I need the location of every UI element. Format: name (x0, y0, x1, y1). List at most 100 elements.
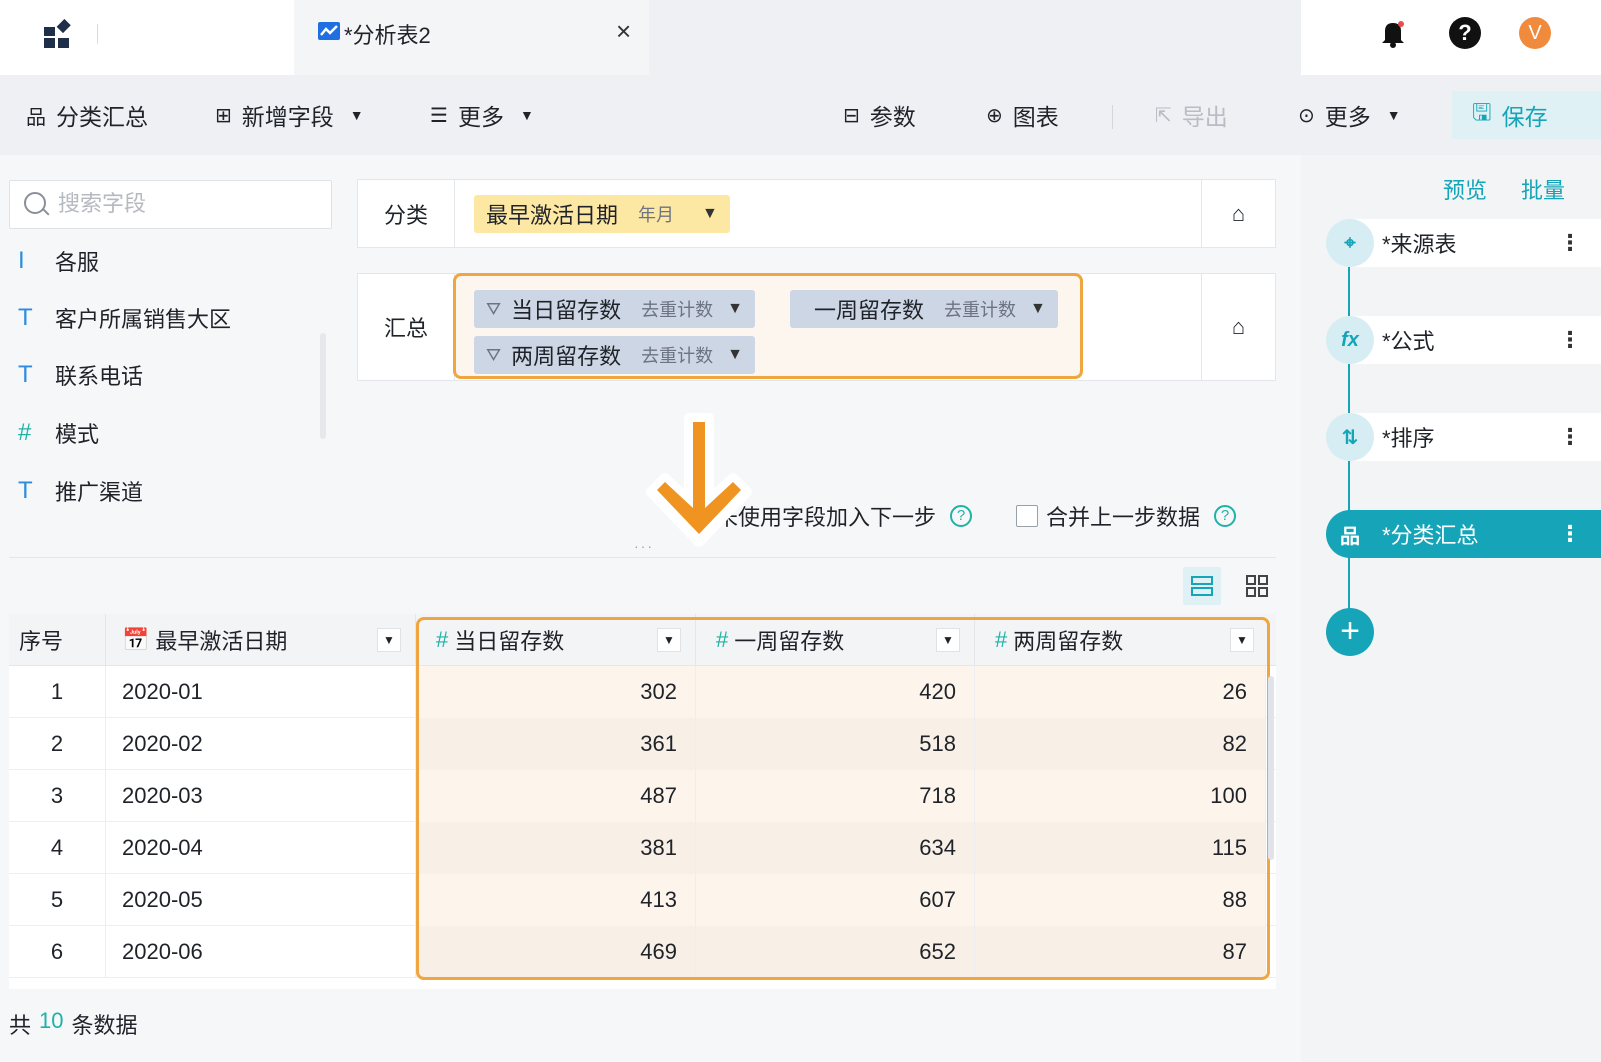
params-button[interactable]: ⊟ 参数 (843, 97, 916, 133)
more-icon[interactable]: ⋮ (1559, 230, 1581, 256)
flow-step-group-summary[interactable]: 品 *分类汇总 ⋮ (1326, 510, 1601, 558)
apps-grid-icon[interactable] (43, 19, 73, 49)
caret-down-icon: ▼ (519, 107, 534, 123)
field-item[interactable]: T 联系电话 (18, 355, 143, 395)
table-cell: 469 (416, 926, 696, 978)
category-chip[interactable]: 最早激活日期 年月 ▼ (474, 195, 730, 233)
field-label: 推广渠道 (55, 480, 144, 505)
tab-title: *分析表2 (344, 23, 431, 48)
field-panel: I 各服 T 客户所属销售大区 T 联系电话 # 模式 T 推广渠道 (0, 155, 342, 555)
clear-button[interactable]: ⌂ (1201, 274, 1275, 380)
table-row[interactable]: 3 2020-03 487 718 100 (9, 770, 1276, 822)
merge-checkbox[interactable] (1016, 505, 1039, 527)
scrollbar[interactable] (320, 333, 326, 439)
table-row[interactable]: 1 2020-01 302 420 26 (9, 666, 1276, 718)
source-icon: ⌖ (1326, 219, 1374, 267)
table-row[interactable]: 6 2020-06 469 652 87 (9, 926, 1276, 978)
chip-agg: 年月 (638, 205, 675, 225)
data-table: 序号 📅 最早激活日期 ▼ # 当日留存数 ▼ # 一周留存数 ▼ # 两周留存… (9, 614, 1276, 989)
preview-link[interactable]: 预览 (1443, 173, 1487, 205)
column-header[interactable]: # 当日留存数 ▼ (416, 614, 696, 666)
rows-view-icon (1191, 576, 1213, 596)
add-field-button[interactable]: ⊞ 新增字段 ▼ (215, 97, 364, 133)
table-cell: 2020-04 (106, 822, 416, 874)
table-header: 序号 📅 最早激活日期 ▼ # 当日留存数 ▼ # 一周留存数 ▼ # 两周留存… (9, 614, 1276, 666)
help-icon[interactable]: ? (1214, 505, 1237, 527)
step-label: *来源表 (1382, 232, 1457, 257)
flow-step-source[interactable]: ⌖ *来源表 ⋮ (1326, 219, 1601, 267)
step-label: *分类汇总 (1382, 523, 1479, 548)
row-count: 共 10 条数据 (9, 1008, 138, 1040)
tab-analysis[interactable]: *分析表2 × (294, 0, 649, 75)
divider (97, 24, 98, 44)
export-label: 导出 (1181, 104, 1228, 130)
table-cell: 718 (696, 770, 975, 822)
column-header[interactable]: 📅 最早激活日期 ▼ (106, 614, 416, 666)
field-item[interactable]: # 模式 (18, 413, 99, 453)
table-cell: 2 (9, 718, 106, 770)
avatar[interactable]: V (1519, 17, 1551, 49)
column-title: 两周留存数 (1013, 629, 1124, 654)
more-right-label: 更多 (1324, 104, 1371, 130)
option-merge-label[interactable]: 合并上一步数据 (1046, 500, 1200, 532)
grid-view-icon (1246, 575, 1268, 597)
more-icon[interactable]: ⋮ (1559, 521, 1581, 547)
flow-panel: 预览 批量 ⌖ *来源表 ⋮ fx *公式 ⋮ ⇅ *排序 ⋮ 品 *分类汇总 … (1301, 155, 1601, 1062)
table-cell: 26 (975, 666, 1266, 718)
grid-view-button[interactable] (1238, 567, 1276, 605)
caret-down-icon[interactable]: ▼ (1230, 628, 1254, 652)
caret-down-icon[interactable]: ▼ (936, 628, 960, 652)
sort-icon: ⇅ (1326, 413, 1374, 461)
column-title: 序号 (19, 629, 64, 654)
table-cell: 2020-01 (106, 666, 416, 718)
more-icon[interactable]: ⋮ (1559, 327, 1581, 353)
category-config: 分类 最早激活日期 年月 ▼ ⌂ (357, 179, 1276, 248)
drag-handle[interactable]: ··· (634, 538, 654, 554)
add-column-icon: ⊞ (215, 104, 232, 127)
table-cell: 652 (696, 926, 975, 978)
caret-down-icon[interactable]: ▼ (377, 628, 401, 652)
flow-step-sort[interactable]: ⇅ *排序 ⋮ (1326, 413, 1601, 461)
column-header[interactable]: # 一周留存数 ▼ (696, 614, 975, 666)
chart-button[interactable]: ⊕ 图表 (986, 97, 1059, 133)
caret-down-icon[interactable]: ▼ (702, 205, 718, 223)
field-label: 联系电话 (55, 364, 144, 389)
more-left-button[interactable]: ☰ 更多 ▼ (430, 97, 534, 133)
group-summary-button[interactable]: 品 分类汇总 (26, 97, 148, 133)
scrollbar[interactable] (1268, 676, 1274, 860)
caret-down-icon[interactable]: ▼ (657, 628, 681, 652)
save-button[interactable]: 🖫 保存 (1452, 91, 1601, 139)
field-item[interactable]: T 客户所属销售大区 (18, 298, 231, 338)
table-cell: 100 (975, 770, 1266, 822)
bell-icon[interactable] (1379, 18, 1407, 48)
field-item[interactable]: T 推广渠道 (18, 471, 143, 511)
number-type-icon: # (716, 627, 729, 652)
table-cell: 4 (9, 822, 106, 874)
table-cell: 82 (975, 718, 1266, 770)
add-step-button[interactable]: + (1326, 608, 1374, 656)
help-icon[interactable]: ? (950, 505, 973, 527)
batch-link[interactable]: 批量 (1521, 173, 1565, 205)
field-label: 模式 (55, 422, 100, 447)
close-icon[interactable]: × (616, 16, 631, 47)
clear-button[interactable]: ⌂ (1201, 180, 1275, 247)
table-row[interactable]: 2 2020-02 361 518 82 (9, 718, 1276, 770)
row-view-button[interactable] (1183, 567, 1221, 605)
table-cell: 88 (975, 874, 1266, 926)
column-header[interactable]: # 两周留存数 ▼ (975, 614, 1276, 666)
more-icon[interactable]: ⋮ (1559, 424, 1581, 450)
search-input[interactable] (58, 189, 318, 219)
count-prefix: 共 (9, 1013, 32, 1038)
table-cell: 518 (696, 718, 975, 770)
more-right-button[interactable]: ⊙ 更多 ▼ (1298, 97, 1401, 133)
export-button[interactable]: ⇱ 导出 (1155, 97, 1228, 133)
eraser-icon: ⌂ (1231, 314, 1246, 339)
field-item[interactable]: I 各服 (18, 241, 99, 281)
column-title: 当日留存数 (454, 629, 565, 654)
table-row[interactable]: 4 2020-04 381 634 115 (9, 822, 1276, 874)
list-icon: ☰ (430, 104, 448, 127)
help-icon[interactable]: ? (1449, 17, 1481, 49)
hierarchy-icon: 品 (26, 106, 46, 129)
flow-step-formula[interactable]: fx *公式 ⋮ (1326, 316, 1601, 364)
table-row[interactable]: 5 2020-05 413 607 88 (9, 874, 1276, 926)
